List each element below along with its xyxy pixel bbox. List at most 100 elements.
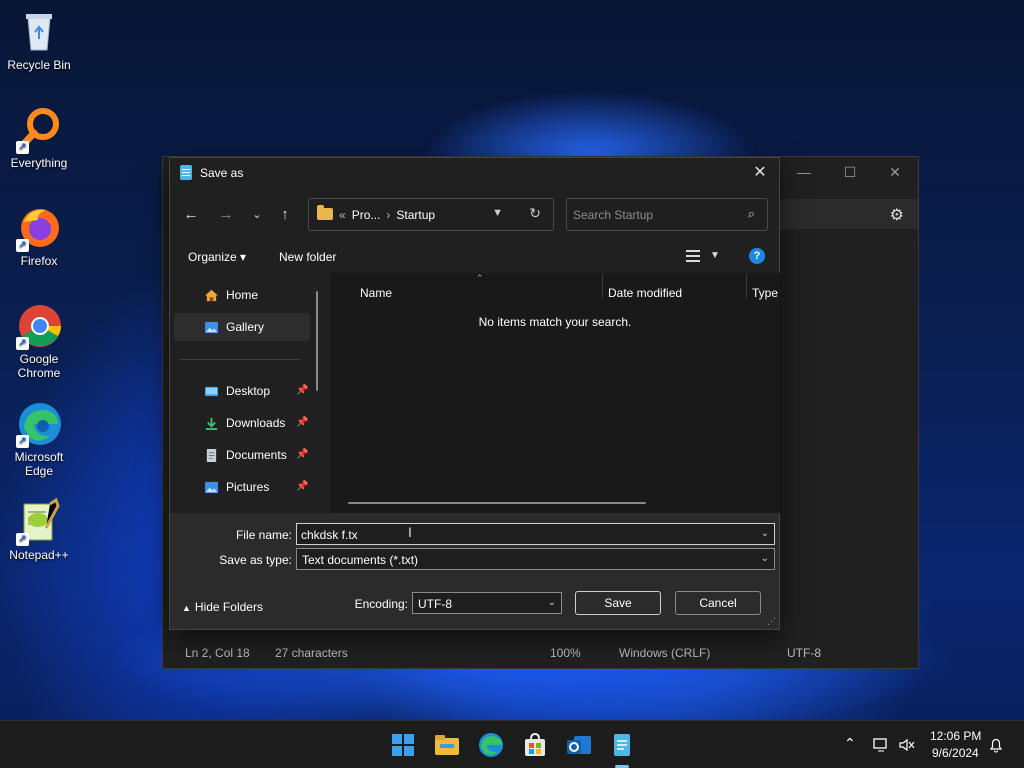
chevron-down-icon[interactable]: ⌄: [761, 528, 769, 539]
breadcrumb-item-programs[interactable]: Pro...: [352, 208, 381, 222]
column-divider[interactable]: [746, 274, 747, 298]
windows-start-icon[interactable]: [388, 730, 418, 760]
minimize-icon[interactable]: —: [789, 163, 819, 181]
edge-icon: ↗: [16, 400, 62, 448]
chevron-up-icon: ▲: [182, 603, 191, 613]
column-header-name[interactable]: Name: [360, 286, 392, 300]
pin-icon: 📌: [296, 417, 309, 428]
dialog-title: Save as: [200, 166, 244, 180]
nav-item-label: Pictures: [226, 480, 270, 494]
organize-button[interactable]: Organize ▾: [188, 250, 246, 264]
firefox-icon: ↗: [16, 204, 62, 252]
save-as-dialog: Save as ✕ ← → ⌄ ↑ «Pro...›Startup ▼ ↻ ⌕ …: [169, 157, 780, 630]
close-icon[interactable]: ✕: [880, 163, 910, 181]
up-arrow-icon[interactable]: ↑: [274, 205, 296, 225]
store-icon[interactable]: [520, 730, 550, 760]
address-bar[interactable]: « Pro... › Startup ▼ ↻: [308, 198, 554, 231]
search-box[interactable]: ⌕: [566, 198, 768, 231]
desktop-icon-label: Google Chrome: [17, 352, 61, 380]
chrome-icon: ↗: [16, 302, 62, 350]
search-icon: ⌕: [747, 206, 755, 221]
forward-arrow-icon[interactable]: →: [215, 205, 237, 225]
cancel-button[interactable]: Cancel: [675, 591, 761, 615]
file-explorer-icon[interactable]: [432, 730, 462, 760]
refresh-icon[interactable]: ↻: [529, 205, 541, 222]
nav-scrollbar[interactable]: [316, 291, 318, 391]
column-header-date-modified[interactable]: Date modified: [608, 286, 682, 300]
chevron-down-icon: ⌄: [760, 553, 769, 564]
nav-item-desktop[interactable]: Desktop 📌: [174, 377, 310, 405]
save-as-type-value: Text documents (*.txt): [302, 553, 419, 567]
nav-item-label: Home: [226, 288, 259, 302]
column-divider[interactable]: [602, 274, 603, 298]
desktop-icon-everything[interactable]: ↗ Everything: [4, 106, 74, 170]
outlook-icon[interactable]: [564, 730, 594, 760]
notepadpp-icon: ↗: [16, 497, 62, 546]
hide-folders-button[interactable]: ▲ Hide Folders: [182, 600, 263, 614]
status-encoding[interactable]: UTF-8: [787, 646, 821, 660]
everything-icon: ↗: [16, 106, 62, 154]
close-button[interactable]: ✕: [749, 162, 771, 184]
column-header-type[interactable]: Type: [752, 286, 778, 300]
desktop-icon-label: Firefox: [20, 254, 58, 268]
breadcrumb-overflow[interactable]: «: [339, 208, 346, 222]
horizontal-scrollbar[interactable]: [348, 502, 646, 504]
desktop-icon-edge[interactable]: ↗ Microsoft Edge: [4, 400, 74, 478]
nav-divider: [180, 359, 300, 360]
view-options-icon[interactable]: [686, 250, 700, 262]
encoding-label: Encoding:: [354, 597, 408, 611]
nav-item-pictures[interactable]: Pictures 📌: [174, 473, 310, 501]
search-input[interactable]: [573, 206, 733, 224]
recent-locations-chevron-icon[interactable]: ⌄: [246, 205, 268, 225]
notification-bell-icon[interactable]: [988, 737, 1004, 753]
gear-icon[interactable]: ⚙: [890, 205, 904, 225]
status-line-ending[interactable]: Windows (CRLF): [619, 646, 710, 660]
download-icon: [205, 417, 218, 430]
help-icon[interactable]: ?: [749, 248, 765, 264]
save-as-type-select[interactable]: Text documents (*.txt) ⌄: [296, 548, 775, 570]
nav-item-downloads[interactable]: Downloads 📌: [174, 409, 310, 437]
view-dropdown-icon[interactable]: ▼: [710, 250, 720, 261]
nav-item-label: Downloads: [226, 416, 286, 430]
nav-item-documents[interactable]: Documents 📌: [174, 441, 310, 469]
back-arrow-icon[interactable]: ←: [180, 205, 202, 225]
encoding-select[interactable]: UTF-8 ⌄: [412, 592, 562, 614]
desktop-icon-chrome[interactable]: ↗ Google Chrome: [4, 302, 74, 380]
edge-icon[interactable]: [476, 730, 506, 760]
taskbar: ⌃ 12:06 PM 9/6/2024: [0, 720, 1024, 768]
status-characters: 27 characters: [275, 646, 348, 660]
desktop-icon-firefox[interactable]: ↗ Firefox: [4, 204, 74, 268]
save-as-type-label: Save as type:: [219, 553, 292, 567]
chevron-down-icon: ⌄: [547, 597, 556, 608]
pin-icon: 📌: [296, 449, 309, 460]
status-position: Ln 2, Col 18: [185, 646, 250, 660]
sort-ascending-icon: ⌃: [476, 273, 484, 283]
desktop-icon-recycle-bin[interactable]: Recycle Bin: [4, 8, 74, 72]
file-name-combo[interactable]: ⌄: [296, 523, 775, 545]
notepad-icon: [180, 165, 192, 180]
new-folder-button[interactable]: New folder: [279, 250, 336, 264]
nav-item-gallery[interactable]: Gallery: [174, 313, 310, 341]
save-button[interactable]: Save: [575, 591, 661, 615]
notepad-icon[interactable]: [607, 730, 637, 760]
resize-grip-icon[interactable]: ⋰: [767, 616, 776, 627]
desktop-icon-label: Microsoft Edge: [14, 450, 64, 478]
clock-time[interactable]: 12:06 PM: [930, 729, 981, 743]
address-dropdown-icon[interactable]: ▼: [492, 207, 503, 219]
breadcrumb-item-startup[interactable]: Startup: [396, 208, 435, 222]
nav-item-home[interactable]: Home: [174, 281, 310, 309]
dialog-toolbar: Organize ▾ New folder ▼ ?: [170, 242, 779, 270]
pin-icon: 📌: [296, 481, 309, 492]
chevron-up-icon[interactable]: ⌃: [844, 735, 856, 752]
volume-muted-icon[interactable]: [898, 737, 916, 753]
maximize-icon[interactable]: ☐: [835, 163, 865, 181]
nav-item-label: Documents: [226, 448, 287, 462]
network-icon[interactable]: [872, 737, 890, 753]
file-name-input[interactable]: [301, 527, 741, 542]
clock-date[interactable]: 9/6/2024: [932, 746, 979, 760]
status-zoom[interactable]: 100%: [550, 646, 581, 660]
pin-icon: 📌: [296, 385, 309, 396]
desktop-icon-notepadpp[interactable]: ↗ Notepad++: [4, 497, 74, 562]
hide-folders-label: Hide Folders: [194, 600, 263, 614]
pictures-icon: [205, 481, 218, 494]
